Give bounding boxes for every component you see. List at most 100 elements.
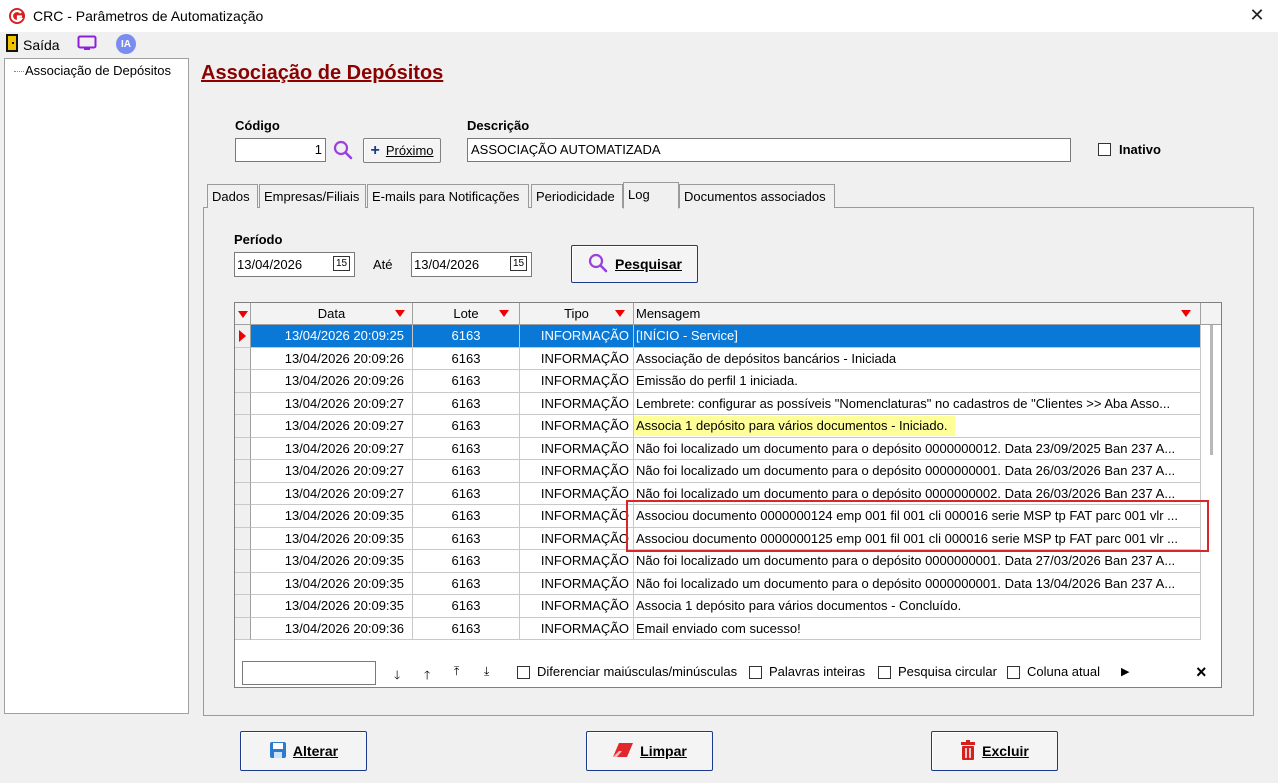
table-row[interactable]: 13/04/2026 20:09:26 6163 INFORMAÇÃO Emissão…	[235, 370, 1201, 393]
row-indicator[interactable]	[235, 572, 251, 595]
cell-lote[interactable]: 6163	[413, 505, 520, 528]
calendar-from-icon[interactable]: 15	[333, 256, 350, 271]
grid-corner[interactable]	[235, 303, 251, 325]
tab-periodicidade[interactable]: Periodicidade	[531, 184, 623, 208]
row-indicator[interactable]	[235, 415, 251, 438]
row-indicator[interactable]	[235, 482, 251, 505]
cell-data[interactable]: 13/04/2026 20:09:35	[251, 595, 413, 618]
limpar-button[interactable]: Limpar	[586, 731, 713, 771]
arrow-down-icon[interactable]: 🡓	[394, 666, 400, 687]
last-icon[interactable]: ⤓	[484, 664, 489, 679]
row-indicator[interactable]	[235, 460, 251, 483]
column-header-mensagem[interactable]: Mensagem	[634, 303, 1201, 325]
cell-tipo[interactable]: INFORMAÇÃO	[520, 505, 634, 528]
cell-lote[interactable]: 6163	[413, 572, 520, 595]
cell-tipo[interactable]: INFORMAÇÃO	[520, 527, 634, 550]
table-row[interactable]: 13/04/2026 20:09:27 6163 INFORMAÇÃO Associa…	[235, 415, 1201, 438]
cell-tipo[interactable]: INFORMAÇÃO	[520, 370, 634, 393]
cell-tipo[interactable]: INFORMAÇÃO	[520, 392, 634, 415]
table-row[interactable]: 13/04/2026 20:09:27 6163 INFORMAÇÃO Não foi…	[235, 460, 1201, 483]
cell-data[interactable]: 13/04/2026 20:09:35	[251, 527, 413, 550]
cell-mensagem[interactable]: Associa 1 depósito para vários documento…	[634, 415, 1201, 438]
cell-data[interactable]: 13/04/2026 20:09:27	[251, 482, 413, 505]
cell-data[interactable]: 13/04/2026 20:09:25	[251, 325, 413, 348]
cell-lote[interactable]: 6163	[413, 325, 520, 348]
cell-data[interactable]: 13/04/2026 20:09:27	[251, 392, 413, 415]
row-indicator[interactable]	[235, 550, 251, 573]
vertical-scrollbar[interactable]	[1201, 325, 1221, 665]
cell-mensagem[interactable]: Associou documento 0000000125 emp 001 fi…	[634, 527, 1201, 550]
column-header-data[interactable]: Data	[251, 303, 413, 325]
excluir-button[interactable]: Excluir	[931, 731, 1058, 771]
exit-menu-item[interactable]: Saída	[6, 34, 60, 55]
cell-tipo[interactable]: INFORMAÇÃO	[520, 437, 634, 460]
tree-item-associacao-depositos[interactable]: Associação de Depósitos	[25, 63, 171, 78]
table-row[interactable]: 13/04/2026 20:09:26 6163 INFORMAÇÃO Associa…	[235, 347, 1201, 370]
column-header-tipo[interactable]: Tipo	[520, 303, 634, 325]
cell-lote[interactable]: 6163	[413, 550, 520, 573]
row-indicator[interactable]	[235, 392, 251, 415]
cell-lote[interactable]: 6163	[413, 437, 520, 460]
filter-icon[interactable]	[1181, 310, 1191, 317]
cell-mensagem[interactable]: Emissão do perfil 1 iniciada.	[634, 370, 1201, 393]
cell-tipo[interactable]: INFORMAÇÃO	[520, 550, 634, 573]
table-row[interactable]: 13/04/2026 20:09:35 6163 INFORMAÇÃO Associo…	[235, 505, 1201, 528]
more-arrow-icon[interactable]: ▶	[1121, 665, 1129, 678]
circular-search-checkbox[interactable]	[878, 666, 891, 679]
cell-lote[interactable]: 6163	[413, 482, 520, 505]
grid-search-input[interactable]	[242, 661, 376, 685]
cell-data[interactable]: 13/04/2026 20:09:26	[251, 370, 413, 393]
close-window-button[interactable]: ✕	[1246, 4, 1268, 26]
row-indicator[interactable]	[235, 325, 251, 348]
table-row[interactable]: 13/04/2026 20:09:25 6163 INFORMAÇÃO [INÍCIO…	[235, 325, 1201, 348]
cell-data[interactable]: 13/04/2026 20:09:35	[251, 550, 413, 573]
search-icon[interactable]	[332, 139, 354, 164]
row-indicator[interactable]	[235, 617, 251, 640]
tab-empresas-filiais[interactable]: Empresas/Filiais	[259, 184, 366, 208]
table-row[interactable]: 13/04/2026 20:09:27 6163 INFORMAÇÃO Não foi…	[235, 437, 1201, 460]
cell-mensagem[interactable]: Associou documento 0000000124 emp 001 fi…	[634, 505, 1201, 528]
table-row[interactable]: 13/04/2026 20:09:27 6163 INFORMAÇÃO Não foi…	[235, 482, 1201, 505]
cell-mensagem[interactable]: Não foi localizado um documento para o d…	[634, 550, 1201, 573]
row-indicator[interactable]	[235, 527, 251, 550]
tab-emails-notificacoes[interactable]: E-mails para Notificações	[367, 184, 529, 208]
cell-mensagem[interactable]: Lembrete: configurar as possíveis "Nomen…	[634, 392, 1201, 415]
cell-tipo[interactable]: INFORMAÇÃO	[520, 572, 634, 595]
calendar-to-icon[interactable]: 15	[510, 256, 527, 271]
cell-lote[interactable]: 6163	[413, 370, 520, 393]
table-row[interactable]: 13/04/2026 20:09:35 6163 INFORMAÇÃO Não foi…	[235, 550, 1201, 573]
close-search-icon[interactable]: ×	[1196, 662, 1207, 682]
cell-lote[interactable]: 6163	[413, 415, 520, 438]
arrow-up-icon[interactable]: 🡑	[424, 666, 430, 687]
scrollbar-thumb[interactable]	[1210, 325, 1213, 455]
cell-data[interactable]: 13/04/2026 20:09:36	[251, 617, 413, 640]
cell-lote[interactable]: 6163	[413, 527, 520, 550]
cell-lote[interactable]: 6163	[413, 617, 520, 640]
current-column-checkbox[interactable]	[1007, 666, 1020, 679]
cell-data[interactable]: 13/04/2026 20:09:35	[251, 572, 413, 595]
cell-lote[interactable]: 6163	[413, 460, 520, 483]
cell-lote[interactable]: 6163	[413, 595, 520, 618]
cell-lote[interactable]: 6163	[413, 347, 520, 370]
whole-words-checkbox[interactable]	[749, 666, 762, 679]
table-row[interactable]: 13/04/2026 20:09:36 6163 INFORMAÇÃO Email e…	[235, 617, 1201, 640]
cell-data[interactable]: 13/04/2026 20:09:35	[251, 505, 413, 528]
cell-mensagem[interactable]: Não foi localizado um documento para o d…	[634, 460, 1201, 483]
row-indicator[interactable]	[235, 347, 251, 370]
cell-mensagem[interactable]: Não foi localizado um documento para o d…	[634, 572, 1201, 595]
cell-tipo[interactable]: INFORMAÇÃO	[520, 617, 634, 640]
tab-dados[interactable]: Dados	[207, 184, 258, 208]
tab-documentos-associados[interactable]: Documentos associados	[679, 184, 835, 208]
filter-icon[interactable]	[615, 310, 625, 317]
pesquisar-button[interactable]: Pesquisar	[571, 245, 698, 283]
codigo-input[interactable]: 1	[235, 138, 326, 162]
row-indicator[interactable]	[235, 370, 251, 393]
cell-mensagem[interactable]: Associa 1 depósito para vários documento…	[634, 595, 1201, 618]
cell-data[interactable]: 13/04/2026 20:09:26	[251, 347, 413, 370]
cell-tipo[interactable]: INFORMAÇÃO	[520, 460, 634, 483]
cell-lote[interactable]: 6163	[413, 392, 520, 415]
tab-log[interactable]: Log	[623, 182, 679, 209]
case-sensitive-checkbox[interactable]	[517, 666, 530, 679]
cell-tipo[interactable]: INFORMAÇÃO	[520, 482, 634, 505]
row-indicator[interactable]	[235, 437, 251, 460]
